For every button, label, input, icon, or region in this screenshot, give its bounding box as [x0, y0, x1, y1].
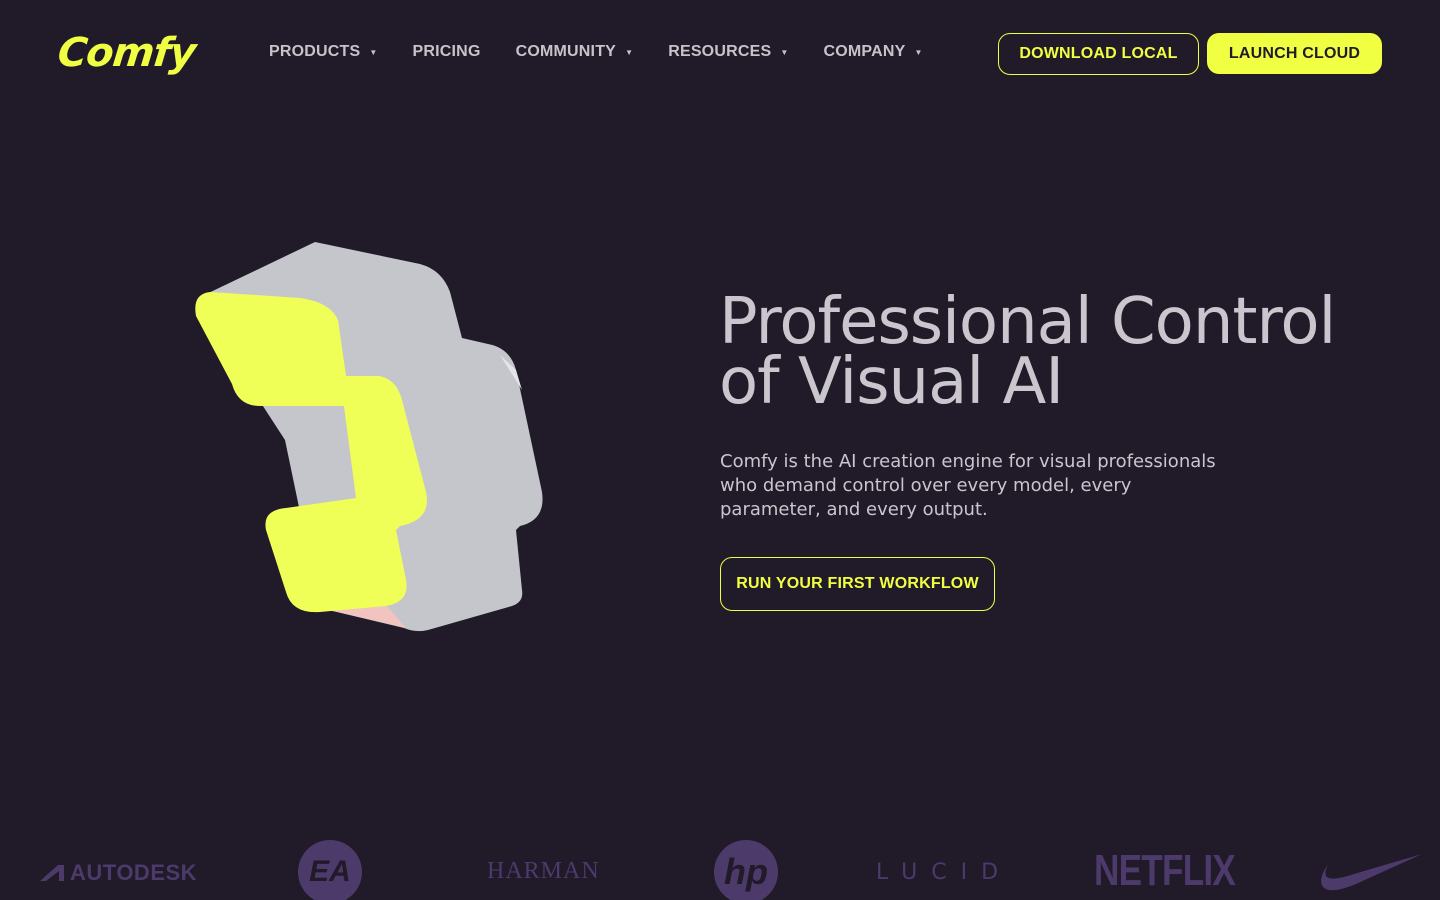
nav-company[interactable]: COMPANY ▼ — [823, 41, 922, 63]
customer-logos-strip: AUTODESK EA HARMAN hp LUCID NETFLIX — [0, 830, 1440, 900]
harman-logo: HARMAN — [487, 858, 600, 884]
caret-down-icon: ▼ — [914, 47, 923, 57]
nav-community[interactable]: COMMUNITY ▼ — [516, 41, 634, 63]
nav-resources[interactable]: RESOURCES ▼ — [668, 41, 788, 63]
page: Comfy PRODUCTS ▼ PRICING COMMUNITY ▼ RES… — [0, 0, 1440, 900]
nav-pricing-label: PRICING — [412, 43, 481, 60]
site-header: Comfy PRODUCTS ▼ PRICING COMMUNITY ▼ RES… — [0, 0, 1440, 108]
nav-products-label: PRODUCTS — [269, 43, 361, 60]
nav-resources-label: RESOURCES — [668, 43, 772, 60]
comfy-3d-logo-illustration — [180, 230, 560, 640]
netflix-logo: NETFLIX — [1094, 846, 1236, 895]
run-first-workflow-button[interactable]: RUN YOUR FIRST WORKFLOW — [720, 557, 995, 611]
hp-logo: hp — [714, 840, 778, 900]
nav-pricing[interactable]: PRICING — [413, 41, 481, 63]
nav-community-label: COMMUNITY — [515, 43, 617, 60]
lucid-logo: LUCID — [876, 860, 1013, 885]
download-local-button[interactable]: DOWNLOAD LOCAL — [998, 33, 1199, 75]
launch-cloud-button[interactable]: LAUNCH CLOUD — [1207, 33, 1382, 74]
caret-down-icon: ▼ — [625, 47, 634, 57]
comfy-logo[interactable]: Comfy — [56, 30, 198, 76]
nav-company-label: COMPANY — [823, 43, 906, 60]
caret-down-icon: ▼ — [369, 47, 378, 57]
caret-down-icon: ▼ — [780, 47, 789, 57]
main-nav: PRODUCTS ▼ PRICING COMMUNITY ▼ RESOURCES… — [269, 41, 958, 63]
hero-title: Professional Control of Visual AI — [719, 290, 1419, 414]
autodesk-logo: AUTODESK — [40, 860, 197, 886]
nike-swoosh-icon — [1316, 852, 1424, 898]
nav-products[interactable]: PRODUCTS ▼ — [269, 41, 378, 63]
hero-subtitle: Comfy is the AI creation engine for visu… — [720, 451, 1216, 520]
autodesk-wordmark: AUTODESK — [70, 860, 198, 885]
hero-title-line2: of Visual AI — [719, 345, 1064, 419]
ea-logo: EA — [298, 840, 362, 900]
